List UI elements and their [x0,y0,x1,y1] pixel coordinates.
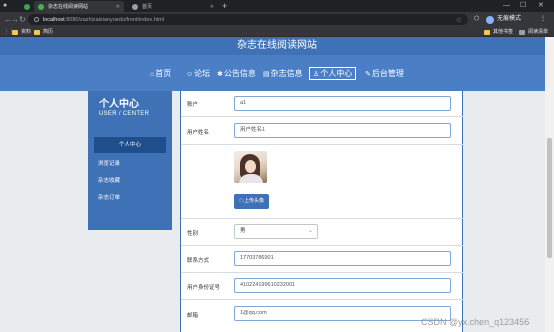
browser-tab-strip: ● 杂志在线阅读网站 ✕ 首页 ✕ + — ☐ ✕ [0,0,554,12]
account-label: 账户 [187,102,199,108]
nav-label: 首页 [155,69,172,78]
form-row-id: 用户身份证号 410224199610232001 [181,272,464,299]
admin-icon: ✎ [365,71,371,78]
account-input[interactable]: a1 [234,96,451,111]
url-path: :8080/zazhizaixianyuedu/front/index.html [64,16,165,23]
sidebar-item-favorites[interactable]: 杂志收藏 [98,176,120,184]
sidebar-subtitle: USER / CENTER [99,111,150,117]
bookmark-label: 阅读清单 [528,29,549,35]
email-label: 邮箱 [187,313,199,319]
form-row-gender: 性别 男 ⌄ [181,218,464,245]
forward-icon[interactable]: → [11,14,19,25]
nav-label: 个人中心 [320,69,353,78]
avatar-image [234,151,267,183]
tab-favicon-icon [24,3,30,10]
profile-button[interactable]: 无痕模式 [486,15,521,24]
user-icon: ♙ [313,71,320,78]
nav-announcements[interactable]: ✱公告信息 [214,67,259,80]
chevron-down-icon: ⌄ [307,228,313,234]
nav-user-center[interactable]: ♙个人中心 [309,67,357,80]
new-tab-button[interactable]: + [222,1,227,11]
bookmark-label: 简历 [43,29,54,35]
home-icon: ⌂ [150,71,155,78]
notice-icon: ✱ [217,71,223,78]
avatar-face [245,160,256,173]
avatar-icon [486,15,494,24]
tab-inactive[interactable]: 首页 ✕ [128,1,218,12]
more-menu-icon[interactable]: ⋮ [540,15,546,24]
extensions-icon[interactable]: ⬡ [474,15,479,24]
profile-label: 无痕模式 [497,16,522,22]
nav-label: 后台管理 [371,69,404,78]
maximize-icon[interactable]: ☐ [520,0,526,12]
nav-label: 杂志信息 [270,69,303,78]
tab-active[interactable]: 杂志在线阅读网站 ✕ [34,1,124,12]
tab-favicon-icon [38,3,44,10]
close-tab-icon[interactable]: ✕ [110,4,120,10]
reading-list-icon [519,29,525,35]
form-row-avatar [181,144,464,218]
form-row-phone: 联系方式 17703786901 [181,245,464,272]
profile-form: 账户 a1 用户姓名 用户姓名1 ☁上传头像 性别 男 ⌄ 联系方式 17703… [180,91,464,332]
avatar-body [239,174,263,183]
email-input[interactable]: 1@qq.com [234,306,451,321]
nav-admin[interactable]: ✎后台管理 [362,67,407,80]
username-input[interactable]: 用户姓名1 [234,123,451,138]
bookmark-item[interactable]: 简历 [34,28,53,36]
bookmark-star-icon[interactable]: ☆ [456,16,462,24]
user-center-sidebar: 个人中心 USER / CENTER 个人中心 浏览记录 杂志收藏 杂志订单 [88,91,172,230]
minimize-icon[interactable]: — [503,0,510,12]
phone-label: 联系方式 [187,258,210,264]
form-row-username: 用户姓名 用户姓名1 [181,116,464,144]
forum-icon: ☺ [186,71,194,78]
id-number-label: 用户身份证号 [187,285,221,291]
upload-label: 上传头像 [244,198,265,204]
sidebar-item-history[interactable]: 浏览记录 [98,159,120,167]
tab-label: 杂志在线阅读网站 [48,4,89,10]
nav-label: 公告信息 [223,69,256,78]
reload-icon[interactable]: ↻ [19,14,26,25]
id-number-input[interactable]: 410224199610232001 [234,278,451,293]
magazine-icon: ▤ [263,71,270,78]
nav-label: 论坛 [194,69,211,78]
bookmark-label: 其他书签 [493,29,514,35]
bookmark-item[interactable]: 资料 [12,28,31,36]
gender-label: 性别 [187,231,199,237]
sidebar-item-user-center[interactable]: 个人中心 [94,137,166,153]
phone-input[interactable]: 17703786901 [234,251,451,266]
other-bookmarks[interactable]: 其他书签 [484,28,513,36]
upload-avatar-button[interactable]: ☁上传头像 [234,194,269,209]
username-label: 用户姓名 [187,130,210,136]
tab-label: 首页 [142,4,153,10]
reading-list[interactable]: 阅读清单 [519,28,548,36]
page-scrollbar-thumb[interactable] [547,138,552,258]
folder-icon [484,29,490,35]
sidebar-title: 个人中心 [99,99,139,110]
browser-menu-icon[interactable]: ● [3,0,7,12]
nav-forum[interactable]: ☺论坛 [183,67,213,80]
close-window-icon[interactable]: ✕ [538,0,544,12]
tab-favicon-icon [132,3,138,10]
gender-value: 男 [240,228,246,234]
form-row-account: 账户 a1 [181,91,464,116]
address-bar[interactable]: localhost:8080/zazhizaixianyuedu/front/i… [28,14,468,25]
url-host: localhost [43,16,65,23]
bookmark-label: 资料 [21,29,32,35]
form-row-email: 邮箱 1@qq.com [181,299,464,332]
close-tab-icon[interactable]: ✕ [204,4,214,10]
browser-toolbar: ← → ↻ localhost:8080/zazhizaixianyuedu/f… [0,12,554,27]
sidebar-item-orders[interactable]: 杂志订单 [98,193,120,201]
site-info-icon[interactable] [34,17,39,22]
folder-icon [34,29,40,35]
folder-icon [12,29,18,35]
csdn-watermark: CSDN @yx.chen_q123456 [421,317,530,327]
gender-select[interactable]: 男 ⌄ [234,224,318,239]
nav-home[interactable]: ⌂首页 [147,67,174,80]
site-title: 杂志在线阅读网站 [0,37,554,55]
pinned-tab[interactable] [20,1,30,12]
nav-magazines[interactable]: ▤杂志信息 [260,67,306,80]
site-nav: ⌂首页 ☺论坛 ✱公告信息 ▤杂志信息 ♙个人中心 ✎后台管理 [0,55,554,91]
bookmarks-bar: ⋮⋮ 资料 简历 其他书签 阅读清单 [0,27,554,37]
